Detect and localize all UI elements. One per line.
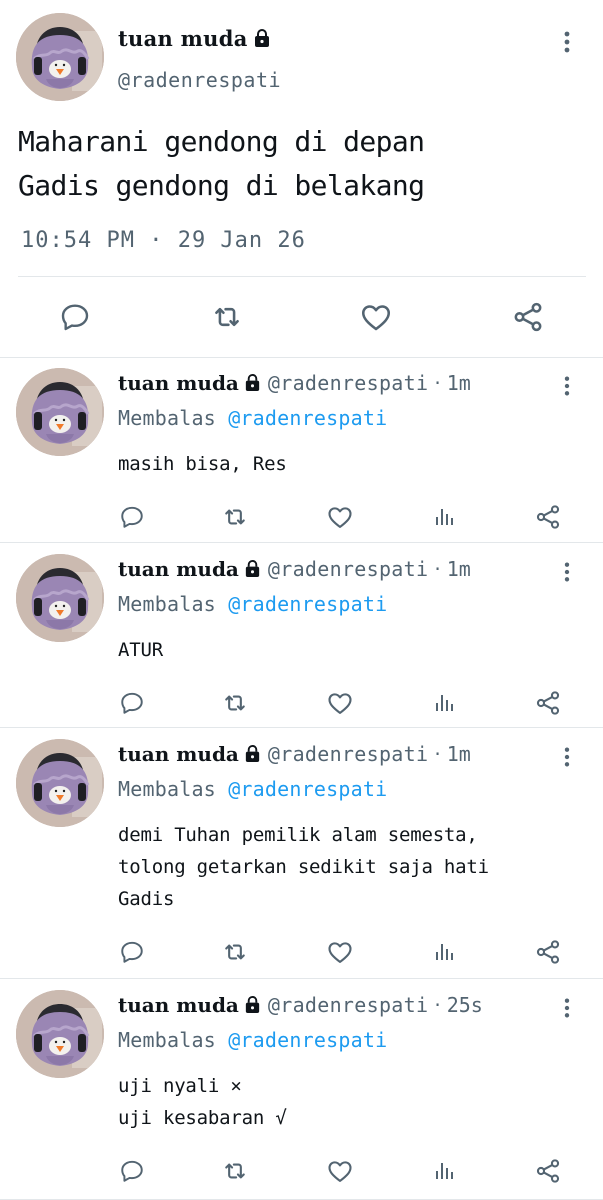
mention-link[interactable]: @radenrespati xyxy=(228,1028,387,1052)
separator-dot: · xyxy=(434,742,441,766)
mention-link[interactable]: @radenrespati xyxy=(228,777,387,801)
display-name[interactable]: tuan muda xyxy=(118,742,239,766)
separator-dot: · xyxy=(434,993,441,1017)
more-vertical-icon[interactable] xyxy=(555,27,579,57)
avatar[interactable] xyxy=(16,739,104,827)
replying-to: Membalas @radenrespati xyxy=(118,1028,387,1052)
handle[interactable]: @radenrespati xyxy=(118,68,281,92)
share-icon[interactable] xyxy=(534,938,562,966)
divider xyxy=(0,727,603,728)
avatar[interactable] xyxy=(16,13,104,101)
reply-tweet[interactable]: tuan muda @radenrespati · 1m Membalas @rade… xyxy=(0,544,603,728)
handle[interactable]: @radenrespati xyxy=(268,993,428,1017)
heart-icon[interactable] xyxy=(326,1157,354,1185)
share-icon[interactable] xyxy=(534,689,562,717)
divider xyxy=(0,978,603,979)
tweet-text: ATUR xyxy=(118,639,163,661)
replying-to: Membalas @radenrespati xyxy=(118,406,387,430)
retweet-icon[interactable] xyxy=(221,1157,249,1185)
relative-time[interactable]: 1m xyxy=(447,742,471,766)
reply-icon[interactable] xyxy=(118,503,146,531)
reply-icon[interactable] xyxy=(118,689,146,717)
mention-link[interactable]: @radenrespati xyxy=(228,406,387,430)
relative-time[interactable]: 1m xyxy=(447,557,471,581)
replying-to: Membalas @radenrespati xyxy=(118,592,387,616)
mention-link[interactable]: @radenrespati xyxy=(228,592,387,616)
timestamp[interactable]: 10:54 PM · 29 Jan 26 xyxy=(21,228,306,253)
more-vertical-icon[interactable] xyxy=(555,742,579,772)
heart-icon[interactable] xyxy=(326,503,354,531)
tweet-text: uji nyali × uji kesabaran √ xyxy=(118,1075,287,1129)
handle[interactable]: @radenrespati xyxy=(268,742,428,766)
retweet-icon[interactable] xyxy=(221,938,249,966)
reply-icon[interactable] xyxy=(118,938,146,966)
tweet-text: demi Tuhan pemilik alam semesta, tolong … xyxy=(118,824,489,910)
separator-dot: · xyxy=(434,557,441,581)
reply-icon[interactable] xyxy=(118,1157,146,1185)
reply-tweet[interactable]: tuan muda @radenrespati · 25s Membalas @rad… xyxy=(0,980,603,1200)
divider xyxy=(18,276,586,277)
lock-icon xyxy=(243,373,262,397)
avatar[interactable] xyxy=(16,554,104,642)
reply-header: tuan muda @radenrespati · 25s xyxy=(118,993,483,1019)
replying-prefix: Membalas xyxy=(118,777,216,801)
lock-icon xyxy=(243,744,262,768)
relative-time[interactable]: 1m xyxy=(447,371,471,395)
reply-tweet[interactable]: tuan muda @radenrespati · 1m Membalas @rade… xyxy=(0,729,603,979)
display-name[interactable]: tuan muda xyxy=(118,371,239,395)
replying-prefix: Membalas xyxy=(118,1028,216,1052)
views-icon[interactable] xyxy=(431,689,459,717)
retweet-icon[interactable] xyxy=(221,503,249,531)
more-vertical-icon[interactable] xyxy=(555,993,579,1023)
display-name[interactable]: tuan muda xyxy=(118,26,272,53)
reply-header: tuan muda @radenrespati · 1m xyxy=(118,557,471,583)
lock-icon xyxy=(252,28,272,53)
reply-header: tuan muda @radenrespati · 1m xyxy=(118,371,471,397)
tweet-text: Maharani gendong di depan Gadis gendong … xyxy=(18,125,425,202)
replying-prefix: Membalas xyxy=(118,406,216,430)
retweet-icon[interactable] xyxy=(221,689,249,717)
views-icon[interactable] xyxy=(431,503,459,531)
lock-icon xyxy=(243,995,262,1019)
more-vertical-icon[interactable] xyxy=(555,371,579,401)
tweet-text: masih bisa, Res xyxy=(118,453,287,475)
retweet-icon[interactable] xyxy=(209,299,245,335)
handle[interactable]: @radenrespati xyxy=(268,557,428,581)
reply-icon[interactable] xyxy=(57,299,93,335)
replying-to: Membalas @radenrespati xyxy=(118,777,387,801)
display-name[interactable]: tuan muda xyxy=(118,557,239,581)
views-icon[interactable] xyxy=(431,1157,459,1185)
heart-icon[interactable] xyxy=(326,938,354,966)
replying-prefix: Membalas xyxy=(118,592,216,616)
lock-icon xyxy=(243,559,262,583)
relative-time[interactable]: 25s xyxy=(447,993,483,1017)
share-icon[interactable] xyxy=(534,503,562,531)
heart-icon[interactable] xyxy=(358,299,394,335)
share-icon[interactable] xyxy=(510,299,546,335)
avatar[interactable] xyxy=(16,990,104,1078)
more-vertical-icon[interactable] xyxy=(555,557,579,587)
reply-tweet[interactable]: tuan muda @radenrespati · 1m Membalas @rade… xyxy=(0,358,603,543)
display-name[interactable]: tuan muda xyxy=(118,993,239,1017)
display-name-text: tuan muda xyxy=(118,26,248,51)
separator-dot: · xyxy=(434,371,441,395)
share-icon[interactable] xyxy=(534,1157,562,1185)
reply-header: tuan muda @radenrespati · 1m xyxy=(118,742,471,768)
divider xyxy=(0,542,603,543)
heart-icon[interactable] xyxy=(326,689,354,717)
avatar[interactable] xyxy=(16,368,104,456)
views-icon[interactable] xyxy=(431,938,459,966)
handle[interactable]: @radenrespati xyxy=(268,371,428,395)
